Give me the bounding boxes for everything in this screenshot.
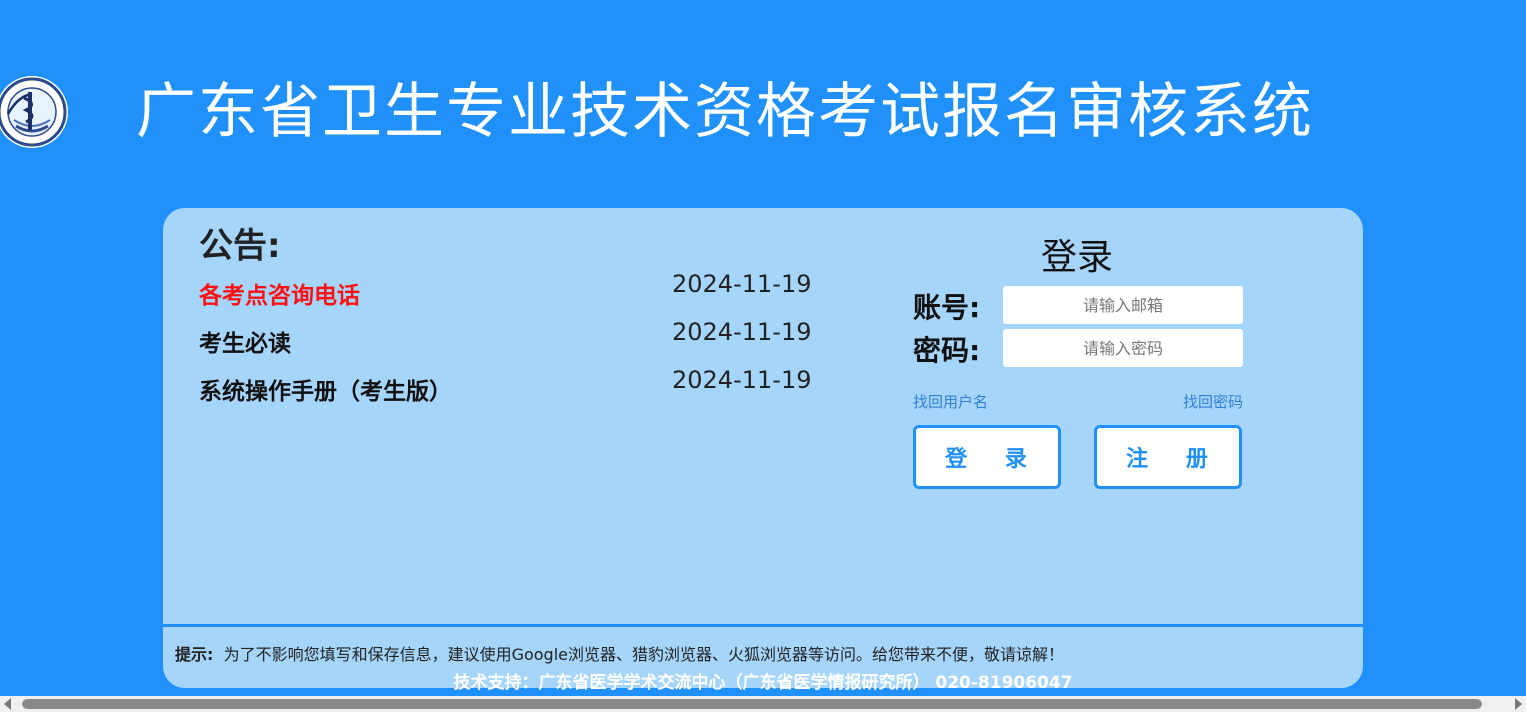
password-label: 密码: bbox=[913, 334, 981, 367]
header: 广东省卫生专业技术资格考试报名审核系统 bbox=[0, 0, 1526, 200]
notice-date: 2024-11-19 bbox=[672, 270, 812, 298]
horizontal-scrollbar[interactable] bbox=[0, 696, 1526, 712]
notice-list: 各考点咨询电话 2024-11-19 考生必读 2024-11-19 系统操作手… bbox=[199, 270, 811, 420]
account-label: 账号: bbox=[913, 291, 981, 324]
site-title: 广东省卫生专业技术资格考试报名审核系统 bbox=[136, 77, 1314, 147]
tech-support-footer: 技术支持：广东省医学学术交流中心（广东省医学情报研究所） 020-8190604… bbox=[453, 673, 1073, 693]
tip-prefix: 提示: bbox=[175, 645, 214, 664]
recover-password-link[interactable]: 找回密码 bbox=[1183, 391, 1243, 412]
scroll-thumb[interactable] bbox=[22, 699, 1482, 709]
password-input[interactable] bbox=[1003, 329, 1243, 367]
main-panel: 公告: 各考点咨询电话 2024-11-19 考生必读 2024-11-19 系… bbox=[163, 208, 1363, 688]
scroll-left-arrow-icon[interactable] bbox=[4, 698, 11, 710]
password-row: 密码: bbox=[913, 329, 1253, 369]
notice-date: 2024-11-19 bbox=[672, 366, 812, 394]
notice-item: 考生必读 2024-11-19 bbox=[199, 318, 811, 372]
scroll-right-arrow-icon[interactable] bbox=[1515, 698, 1522, 710]
notice-link-exam-phone[interactable]: 各考点咨询电话 bbox=[199, 276, 360, 310]
health-association-emblem-icon bbox=[0, 70, 70, 154]
notice-link-user-manual[interactable]: 系统操作手册（考生版） bbox=[199, 372, 452, 406]
recover-username-link[interactable]: 找回用户名 bbox=[913, 391, 988, 412]
notice-item: 各考点咨询电话 2024-11-19 bbox=[199, 270, 811, 324]
tip-text: 提示: 为了不影响您填写和保存信息，建议使用Google浏览器、猎豹浏览器、火狐… bbox=[175, 641, 1064, 665]
login-form: 登录 账号: 密码: 找回用户名 找回密码 登 录 注 册 bbox=[913, 228, 1253, 489]
notice-item: 系统操作手册（考生版） 2024-11-19 bbox=[199, 366, 811, 420]
account-input[interactable] bbox=[1003, 286, 1243, 324]
login-title: 登录 bbox=[1041, 237, 1114, 278]
notice-date: 2024-11-19 bbox=[672, 318, 812, 346]
notice-link-candidate-guide[interactable]: 考生必读 bbox=[199, 324, 291, 358]
login-button[interactable]: 登 录 bbox=[913, 425, 1061, 489]
tip-message: 为了不影响您填写和保存信息，建议使用Google浏览器、猎豹浏览器、火狐浏览器等… bbox=[223, 645, 1065, 664]
notice-title: 公告: bbox=[199, 226, 281, 266]
register-button[interactable]: 注 册 bbox=[1094, 425, 1242, 489]
account-row: 账号: bbox=[913, 286, 1253, 326]
